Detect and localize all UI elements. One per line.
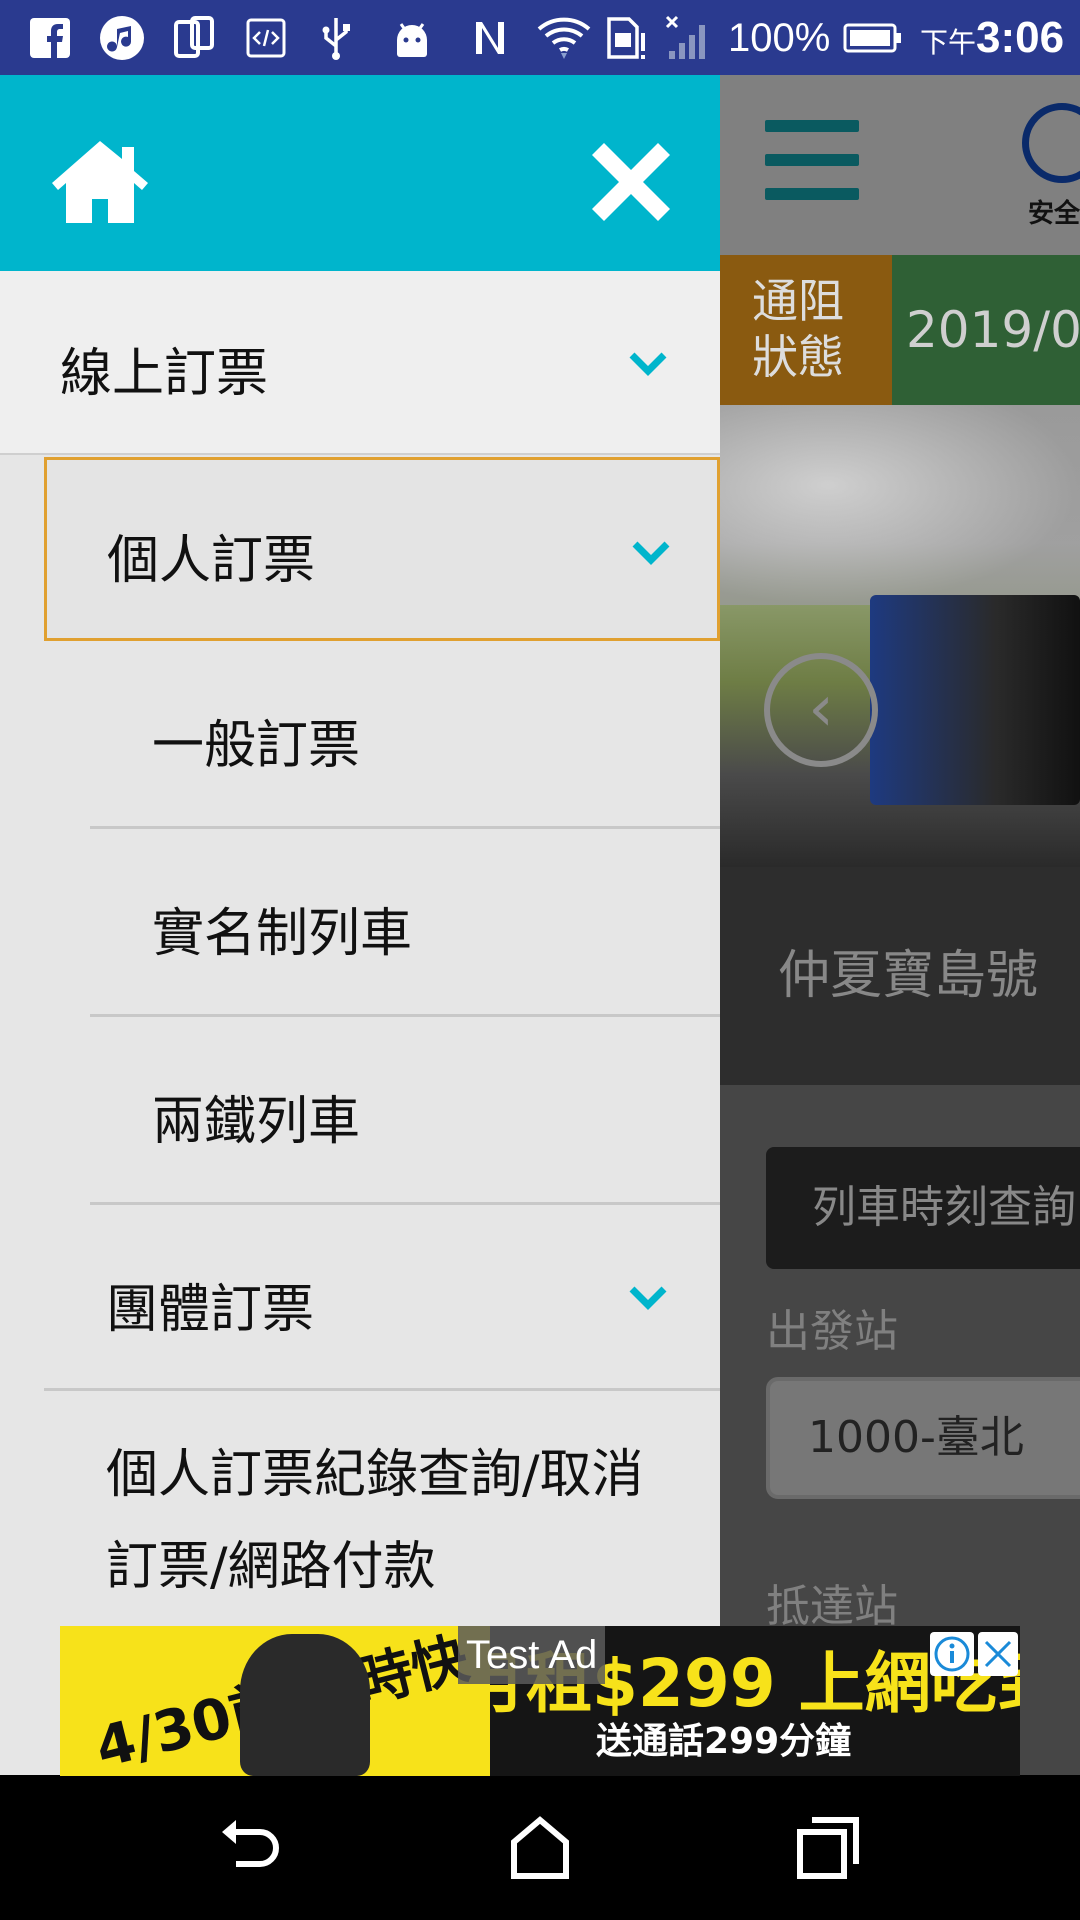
timetable-query-button[interactable]: 列車時刻查詢 — [766, 1147, 1080, 1269]
status-date: 2019/0 — [892, 255, 1080, 405]
code-icon — [244, 14, 288, 62]
facebook-icon — [28, 14, 72, 62]
menu-item-label: 線上訂票 — [60, 344, 269, 404]
menu-general-booking[interactable]: 一般訂票 — [44, 641, 720, 829]
ad-test-label: Test Ad — [458, 1626, 606, 1684]
status-bar: 100% 下午3:06 — [0, 0, 1080, 75]
recents-icon[interactable] — [792, 1812, 864, 1884]
menu-group-booking[interactable]: 團體訂票 — [44, 1205, 720, 1391]
departure-station-input[interactable]: 1000-臺北 — [766, 1377, 1080, 1499]
drawer-header — [0, 75, 720, 271]
banner-smoke — [720, 405, 1080, 605]
departure-label: 出發站 — [766, 1306, 898, 1357]
menu-personal-booking[interactable]: 個人訂票 — [44, 457, 720, 641]
status-label-line1: 通阻 — [752, 274, 844, 328]
logo-text: 安全 — [1028, 199, 1080, 229]
chevron-down-icon — [632, 541, 670, 565]
page-content: 安全 通阻 狀態 2019/0 ‹ 仲夏寶島號 列車時刻查詢 出發站 1000-… — [720, 75, 1080, 1775]
chevron-down-icon — [629, 1286, 667, 1310]
clock-time: 3:06 — [976, 13, 1065, 62]
android-icon — [390, 14, 434, 62]
phone-pair-icon — [172, 14, 216, 62]
clock: 下午3:06 — [920, 10, 1064, 71]
ad-banner[interactable]: 4/30前 限時快訊 月租$299 上網吃到飽 送通話299分鐘 Test Ad — [60, 1626, 1020, 1776]
music-icon — [98, 14, 146, 62]
menu-item-label: 個人訂票紀錄查詢/取消訂票/網路付款 — [106, 1445, 644, 1597]
ad-close-icon[interactable] — [978, 1632, 1018, 1676]
home-nav-icon[interactable] — [504, 1812, 576, 1884]
ad-info-icon[interactable] — [930, 1632, 974, 1676]
sim-icon — [604, 14, 648, 62]
menu-online-booking[interactable]: 線上訂票 — [0, 271, 720, 455]
ad-left-panel: 4/30前 限時快訊 — [60, 1626, 490, 1776]
menu-item-label: 一般訂票 — [152, 716, 361, 776]
battery-icon — [842, 14, 904, 62]
home-icon[interactable] — [50, 137, 150, 227]
signal-icon — [664, 14, 714, 62]
hamburger-menu-icon[interactable] — [765, 120, 859, 200]
system-nav-bar — [0, 1776, 1080, 1920]
railway-logo-icon — [1022, 103, 1080, 183]
ad-runner-image — [240, 1634, 370, 1776]
promo-title[interactable]: 仲夏寶島號 — [720, 867, 1080, 1085]
back-icon[interactable] — [216, 1812, 288, 1884]
clock-ampm: 下午 — [920, 27, 977, 58]
navigation-drawer: 線上訂票 個人訂票 一般訂票 實名制列車 兩鐵列車 團體訂票 個人訂票紀錄查詢/… — [0, 75, 720, 1775]
banner-train-image — [870, 595, 1080, 805]
page-header: 安全 — [720, 75, 1080, 255]
status-label: 通阻 狀態 — [720, 255, 892, 405]
menu-item-label: 實名制列車 — [152, 904, 413, 964]
usb-icon — [316, 14, 356, 62]
chevron-down-icon — [629, 352, 667, 376]
arrival-label: 抵達站 — [766, 1581, 898, 1632]
menu-item-label: 個人訂票 — [107, 531, 316, 591]
battery-percent: 100% — [728, 16, 831, 60]
chevron-left-icon[interactable]: ‹ — [764, 653, 878, 767]
ad-subtext: 送通話299分鐘 — [596, 1721, 852, 1762]
menu-real-name-train[interactable]: 實名制列車 — [44, 829, 720, 1017]
menu-item-label: 兩鐵列車 — [152, 1092, 361, 1152]
close-icon[interactable] — [592, 143, 670, 221]
menu-item-label: 團體訂票 — [106, 1280, 315, 1340]
status-label-line2: 狀態 — [752, 330, 844, 384]
hero-banner[interactable]: ‹ — [720, 405, 1080, 867]
wifi-icon — [536, 14, 592, 62]
nfc-icon — [468, 14, 512, 62]
menu-bike-train[interactable]: 兩鐵列車 — [44, 1017, 720, 1205]
